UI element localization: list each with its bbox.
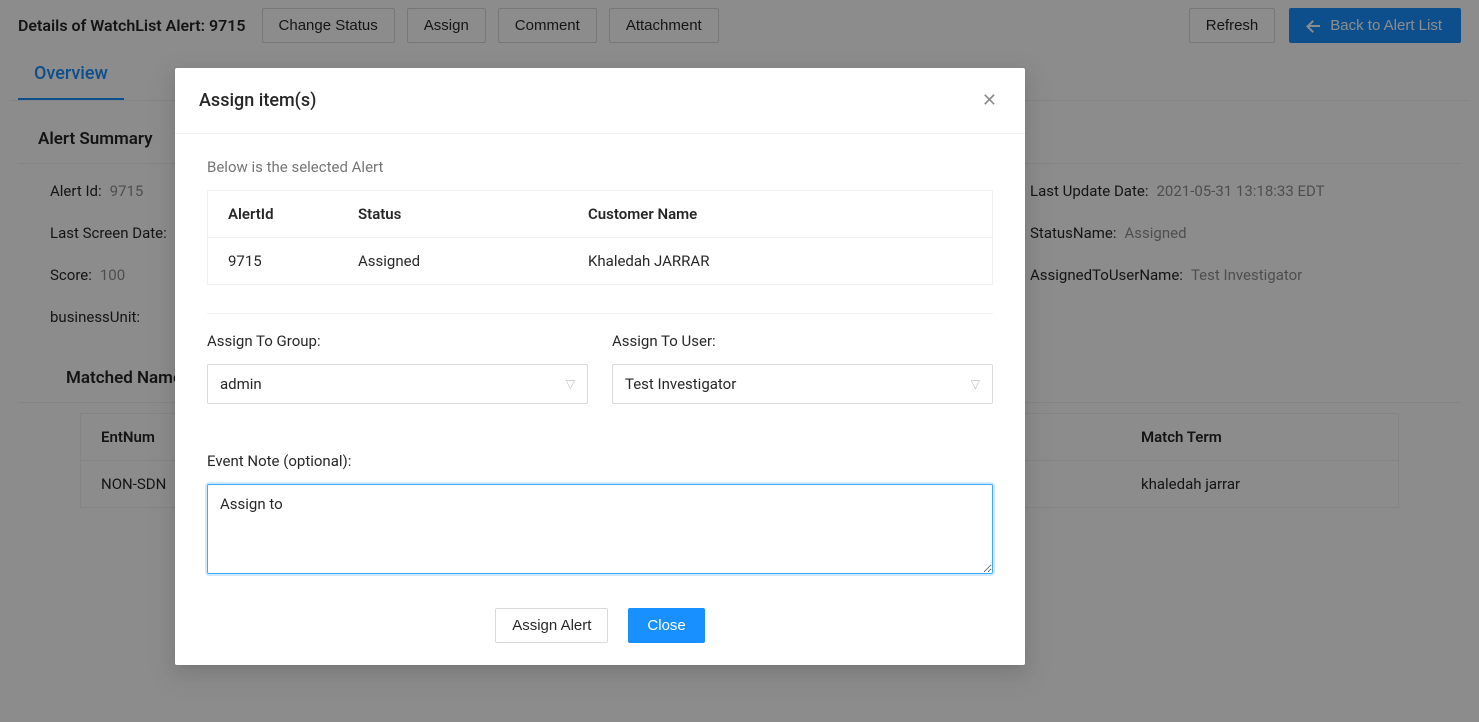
chevron-down-icon: ▽ bbox=[971, 377, 980, 391]
assign-to-group-select[interactable]: admin ▽ bbox=[207, 364, 588, 404]
assign-to-user-select[interactable]: Test Investigator ▽ bbox=[612, 364, 993, 404]
assign-alert-button[interactable]: Assign Alert bbox=[495, 608, 608, 643]
assign-to-user-value: Test Investigator bbox=[625, 375, 736, 393]
table-row: 9715 Assigned Khaledah JARRAR bbox=[208, 238, 992, 285]
chevron-down-icon: ▽ bbox=[566, 377, 575, 391]
event-note-label: Event Note (optional): bbox=[207, 452, 993, 470]
assign-to-group-label: Assign To Group: bbox=[207, 332, 588, 350]
col-customer-name: Customer Name bbox=[568, 191, 992, 237]
assign-modal: Assign item(s) ✕ Below is the selected A… bbox=[175, 68, 1025, 665]
cell-alert-id: 9715 bbox=[208, 238, 338, 284]
event-note-textarea[interactable] bbox=[207, 484, 993, 574]
cell-status: Assigned bbox=[338, 238, 568, 284]
cell-customer-name: Khaledah JARRAR bbox=[568, 238, 992, 284]
close-icon[interactable]: ✕ bbox=[978, 86, 1001, 115]
assign-to-group-value: admin bbox=[220, 375, 262, 393]
close-button[interactable]: Close bbox=[628, 608, 704, 643]
modal-intro: Below is the selected Alert bbox=[207, 158, 993, 176]
col-alert-id: AlertId bbox=[208, 191, 338, 237]
selected-alert-table: AlertId Status Customer Name 9715 Assign… bbox=[207, 190, 993, 285]
modal-title: Assign item(s) bbox=[199, 90, 316, 111]
col-status: Status bbox=[338, 191, 568, 237]
assign-to-user-label: Assign To User: bbox=[612, 332, 993, 350]
